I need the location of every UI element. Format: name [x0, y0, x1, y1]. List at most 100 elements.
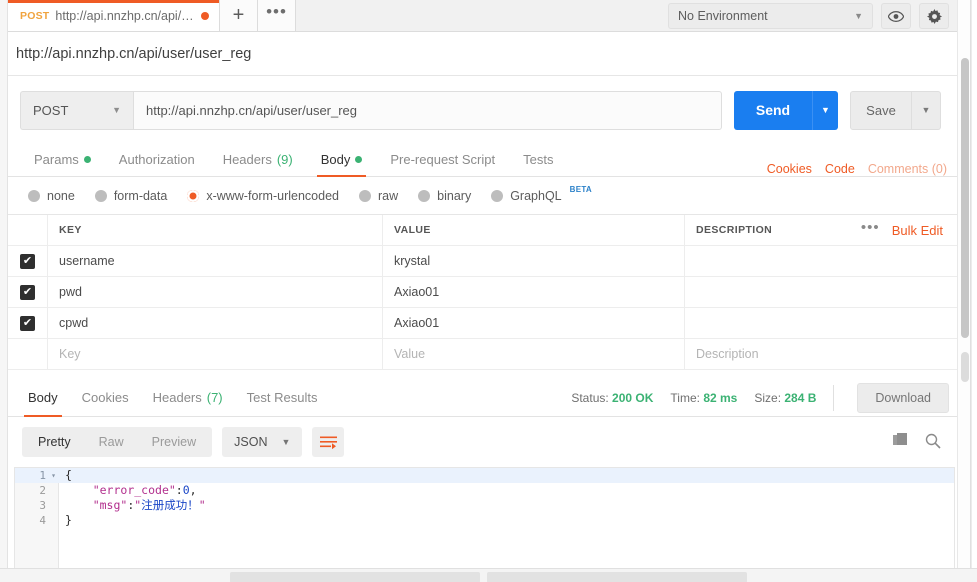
- tab-params[interactable]: Params: [20, 143, 105, 176]
- chevron-down-icon: ▼: [112, 105, 121, 115]
- request-tab-active[interactable]: POST http://api.nnzhp.cn/api/user/u...: [8, 0, 220, 31]
- tab-params-label: Params: [34, 152, 79, 167]
- row-checkbox[interactable]: ✔: [20, 253, 35, 269]
- code-text-area[interactable]: { "error_code" : 0 , "msg" : " 注册成功！ " }: [59, 468, 954, 570]
- download-button[interactable]: Download: [857, 382, 949, 413]
- header-value-cell: VALUE: [383, 215, 685, 245]
- view-mode-pretty[interactable]: Pretty: [24, 427, 85, 457]
- response-tab-cookies[interactable]: Cookies: [70, 379, 141, 417]
- workspace-left-edge: [0, 0, 8, 582]
- fold-toggle-icon[interactable]: ▾: [51, 468, 56, 483]
- status-label: Status:: [571, 390, 609, 405]
- response-toolbar-actions: [893, 433, 957, 452]
- chevron-down-icon: ▼: [281, 437, 291, 447]
- unsaved-indicator-icon: [201, 11, 209, 20]
- row-description-cell[interactable]: [685, 277, 957, 307]
- body-type-raw[interactable]: raw: [359, 189, 398, 203]
- comments-link[interactable]: Comments (0): [868, 162, 947, 176]
- row-description-cell[interactable]: [685, 246, 957, 276]
- tab-tests[interactable]: Tests: [509, 143, 567, 176]
- tab-body[interactable]: Body: [307, 143, 377, 177]
- save-options-button[interactable]: ▼: [912, 90, 941, 130]
- environment-quick-look-button[interactable]: [881, 3, 911, 29]
- row-value-cell[interactable]: Value: [383, 339, 685, 369]
- request-url-bar: POST ▼ http://api.nnzhp.cn/api/user/user…: [8, 76, 957, 144]
- tab-authorization[interactable]: Authorization: [105, 143, 209, 176]
- body-type-graphql[interactable]: GraphQL BETA: [491, 185, 592, 203]
- row-checkbox-cell[interactable]: ✔: [8, 308, 48, 338]
- code-line: {: [59, 468, 954, 483]
- row-value-cell[interactable]: krystal: [383, 246, 685, 276]
- settings-button[interactable]: [919, 3, 949, 29]
- bulk-edit-button[interactable]: Bulk Edit: [892, 223, 943, 238]
- send-group: Send ▼: [734, 90, 838, 130]
- table-row[interactable]: ✔ username krystal: [8, 246, 957, 277]
- response-tab-body-label: Body: [28, 390, 58, 405]
- line-number: 3: [39, 499, 46, 512]
- code-link[interactable]: Code: [825, 162, 855, 176]
- row-checkbox-cell[interactable]: [8, 339, 48, 369]
- code-line: "msg" : " 注册成功！ ": [59, 498, 954, 513]
- cookies-link[interactable]: Cookies: [767, 162, 812, 176]
- response-format-select[interactable]: JSON ▼: [222, 427, 303, 457]
- row-checkbox-cell[interactable]: ✔: [8, 277, 48, 307]
- row-description-cell[interactable]: Description: [685, 339, 957, 369]
- row-checkbox-cell[interactable]: ✔: [8, 246, 48, 276]
- response-status-group: Status: 200 OK Time: 82 ms Size: 284 B D…: [571, 382, 957, 413]
- row-key-value: cpwd: [59, 316, 89, 330]
- radio-icon: [94, 189, 107, 202]
- row-checkbox[interactable]: ✔: [20, 315, 35, 331]
- http-method-select[interactable]: POST ▼: [20, 90, 133, 130]
- tab-options-button[interactable]: •••: [258, 0, 296, 31]
- copy-button[interactable]: [893, 433, 909, 451]
- row-description-cell[interactable]: [685, 308, 957, 338]
- body-type-form-data[interactable]: form-data: [94, 189, 167, 203]
- new-tab-button[interactable]: +: [220, 0, 258, 31]
- view-mode-preview[interactable]: Preview: [138, 427, 210, 457]
- gear-icon: [926, 8, 942, 24]
- body-type-none[interactable]: none: [28, 189, 75, 203]
- row-value-cell[interactable]: Axiao01: [383, 308, 685, 338]
- response-section-tabs: Body Cookies Headers (7) Test Results St…: [8, 379, 957, 417]
- table-row[interactable]: ✔ pwd Axiao01: [8, 277, 957, 308]
- save-button[interactable]: Save: [850, 90, 912, 130]
- response-tab-test-results[interactable]: Test Results: [235, 379, 330, 417]
- row-key-cell[interactable]: Key: [48, 339, 383, 369]
- search-button[interactable]: [925, 433, 941, 452]
- row-key-cell[interactable]: pwd: [48, 277, 383, 307]
- line-number: 2: [39, 484, 46, 497]
- request-url-input[interactable]: http://api.nnzhp.cn/api/user/user_reg: [133, 90, 722, 130]
- row-key-value: pwd: [59, 285, 82, 299]
- scrollbar-thumb[interactable]: [961, 58, 969, 338]
- send-button[interactable]: Send: [734, 90, 812, 130]
- code-segment: ": [198, 498, 206, 512]
- word-wrap-button[interactable]: [312, 427, 345, 457]
- divider: [833, 384, 835, 411]
- code-segment: :: [127, 498, 135, 512]
- params-active-dot-icon: [83, 156, 91, 163]
- main-vertical-scrollbar[interactable]: [957, 0, 971, 568]
- table-row-empty[interactable]: Key Value Description: [8, 339, 957, 370]
- row-checkbox[interactable]: ✔: [20, 284, 35, 300]
- scrollbar-thumb-secondary[interactable]: [961, 352, 969, 382]
- tab-pre-request-script[interactable]: Pre-request Script: [376, 143, 509, 176]
- response-tab-headers[interactable]: Headers (7): [141, 379, 235, 417]
- tab-headers[interactable]: Headers (9): [209, 143, 307, 176]
- row-value-cell[interactable]: Axiao01: [383, 277, 685, 307]
- view-mode-raw[interactable]: Raw: [85, 427, 138, 457]
- body-type-urlencoded[interactable]: x-www-form-urlencoded: [187, 189, 339, 203]
- table-row[interactable]: ✔ cpwd Axiao01: [8, 308, 957, 339]
- status-badge: Status: 200 OK: [571, 391, 653, 405]
- response-tab-headers-label: Headers: [152, 390, 202, 405]
- row-key-cell[interactable]: cpwd: [48, 308, 383, 338]
- row-key-cell[interactable]: username: [48, 246, 383, 276]
- send-options-button[interactable]: ▼: [812, 90, 838, 130]
- table-header-row: KEY VALUE DESCRIPTION ••• Bulk Edit: [8, 215, 957, 246]
- body-type-binary[interactable]: binary: [418, 189, 471, 203]
- response-tab-body[interactable]: Body: [16, 379, 70, 417]
- environment-select[interactable]: No Environment ▼: [668, 3, 873, 29]
- response-body-viewer[interactable]: 1 ▾ 2 3 4 { "error_code" : 0 , "msg" : "…: [14, 467, 955, 570]
- header-check-cell: [8, 215, 48, 245]
- table-more-button[interactable]: •••: [861, 219, 880, 242]
